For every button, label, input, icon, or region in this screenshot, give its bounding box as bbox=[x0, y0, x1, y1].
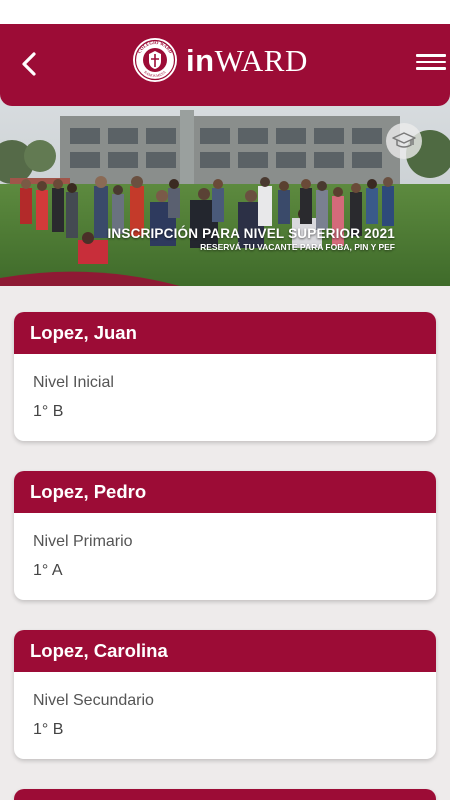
banner-photo bbox=[0, 92, 450, 286]
banner-caption: INSCRIPCIÓN PARA NIVEL SUPERIOR 2021 RES… bbox=[107, 226, 395, 252]
student-level: Nivel Secundario bbox=[33, 692, 154, 709]
app-title: inWARD bbox=[186, 45, 308, 76]
status-bar bbox=[0, 0, 450, 24]
student-card-header bbox=[14, 789, 436, 800]
student-name: Lopez, Pedro bbox=[14, 471, 436, 513]
student-name: Lopez, Carolina bbox=[14, 630, 436, 672]
banner-title: INSCRIPCIÓN PARA NIVEL SUPERIOR 2021 bbox=[107, 226, 395, 241]
student-card[interactable]: Lopez, Juan Nivel Inicial 1° B bbox=[14, 312, 436, 441]
student-list: Lopez, Juan Nivel Inicial 1° B Lopez, Pe… bbox=[14, 312, 436, 800]
brand-prefix: in bbox=[186, 42, 215, 78]
app-bar: COLEGIO WARD RAMOS MEJIA inWARD bbox=[0, 24, 450, 106]
promo-banner[interactable]: INSCRIPCIÓN PARA NIVEL SUPERIOR 2021 RES… bbox=[0, 92, 450, 286]
student-card[interactable]: Lopez, Carolina Nivel Secundario 1° B bbox=[14, 630, 436, 759]
school-seal-icon: COLEGIO WARD RAMOS MEJIA bbox=[133, 38, 177, 82]
student-grade: 1° B bbox=[33, 403, 64, 420]
student-level: Nivel Primario bbox=[33, 533, 133, 550]
graduation-cap-badge bbox=[386, 123, 422, 159]
student-name: Lopez, Juan bbox=[14, 312, 436, 354]
banner-subtitle: RESERVÁ TU VACANTE PARA FOBA, PIN Y PEF bbox=[200, 242, 395, 252]
student-grade: 1° A bbox=[33, 562, 63, 579]
student-card-partial[interactable] bbox=[14, 789, 436, 800]
student-card[interactable]: Lopez, Pedro Nivel Primario 1° A bbox=[14, 471, 436, 600]
back-button[interactable] bbox=[14, 48, 46, 80]
chevron-left-icon bbox=[22, 52, 36, 76]
student-level: Nivel Inicial bbox=[33, 374, 114, 391]
brand-suffix: WARD bbox=[214, 42, 308, 78]
app-logo: COLEGIO WARD RAMOS MEJIA inWARD bbox=[132, 35, 308, 85]
menu-button[interactable] bbox=[416, 50, 446, 76]
student-grade: 1° B bbox=[33, 721, 64, 738]
hamburger-menu-icon bbox=[416, 54, 446, 70]
graduation-cap-icon bbox=[392, 132, 416, 148]
